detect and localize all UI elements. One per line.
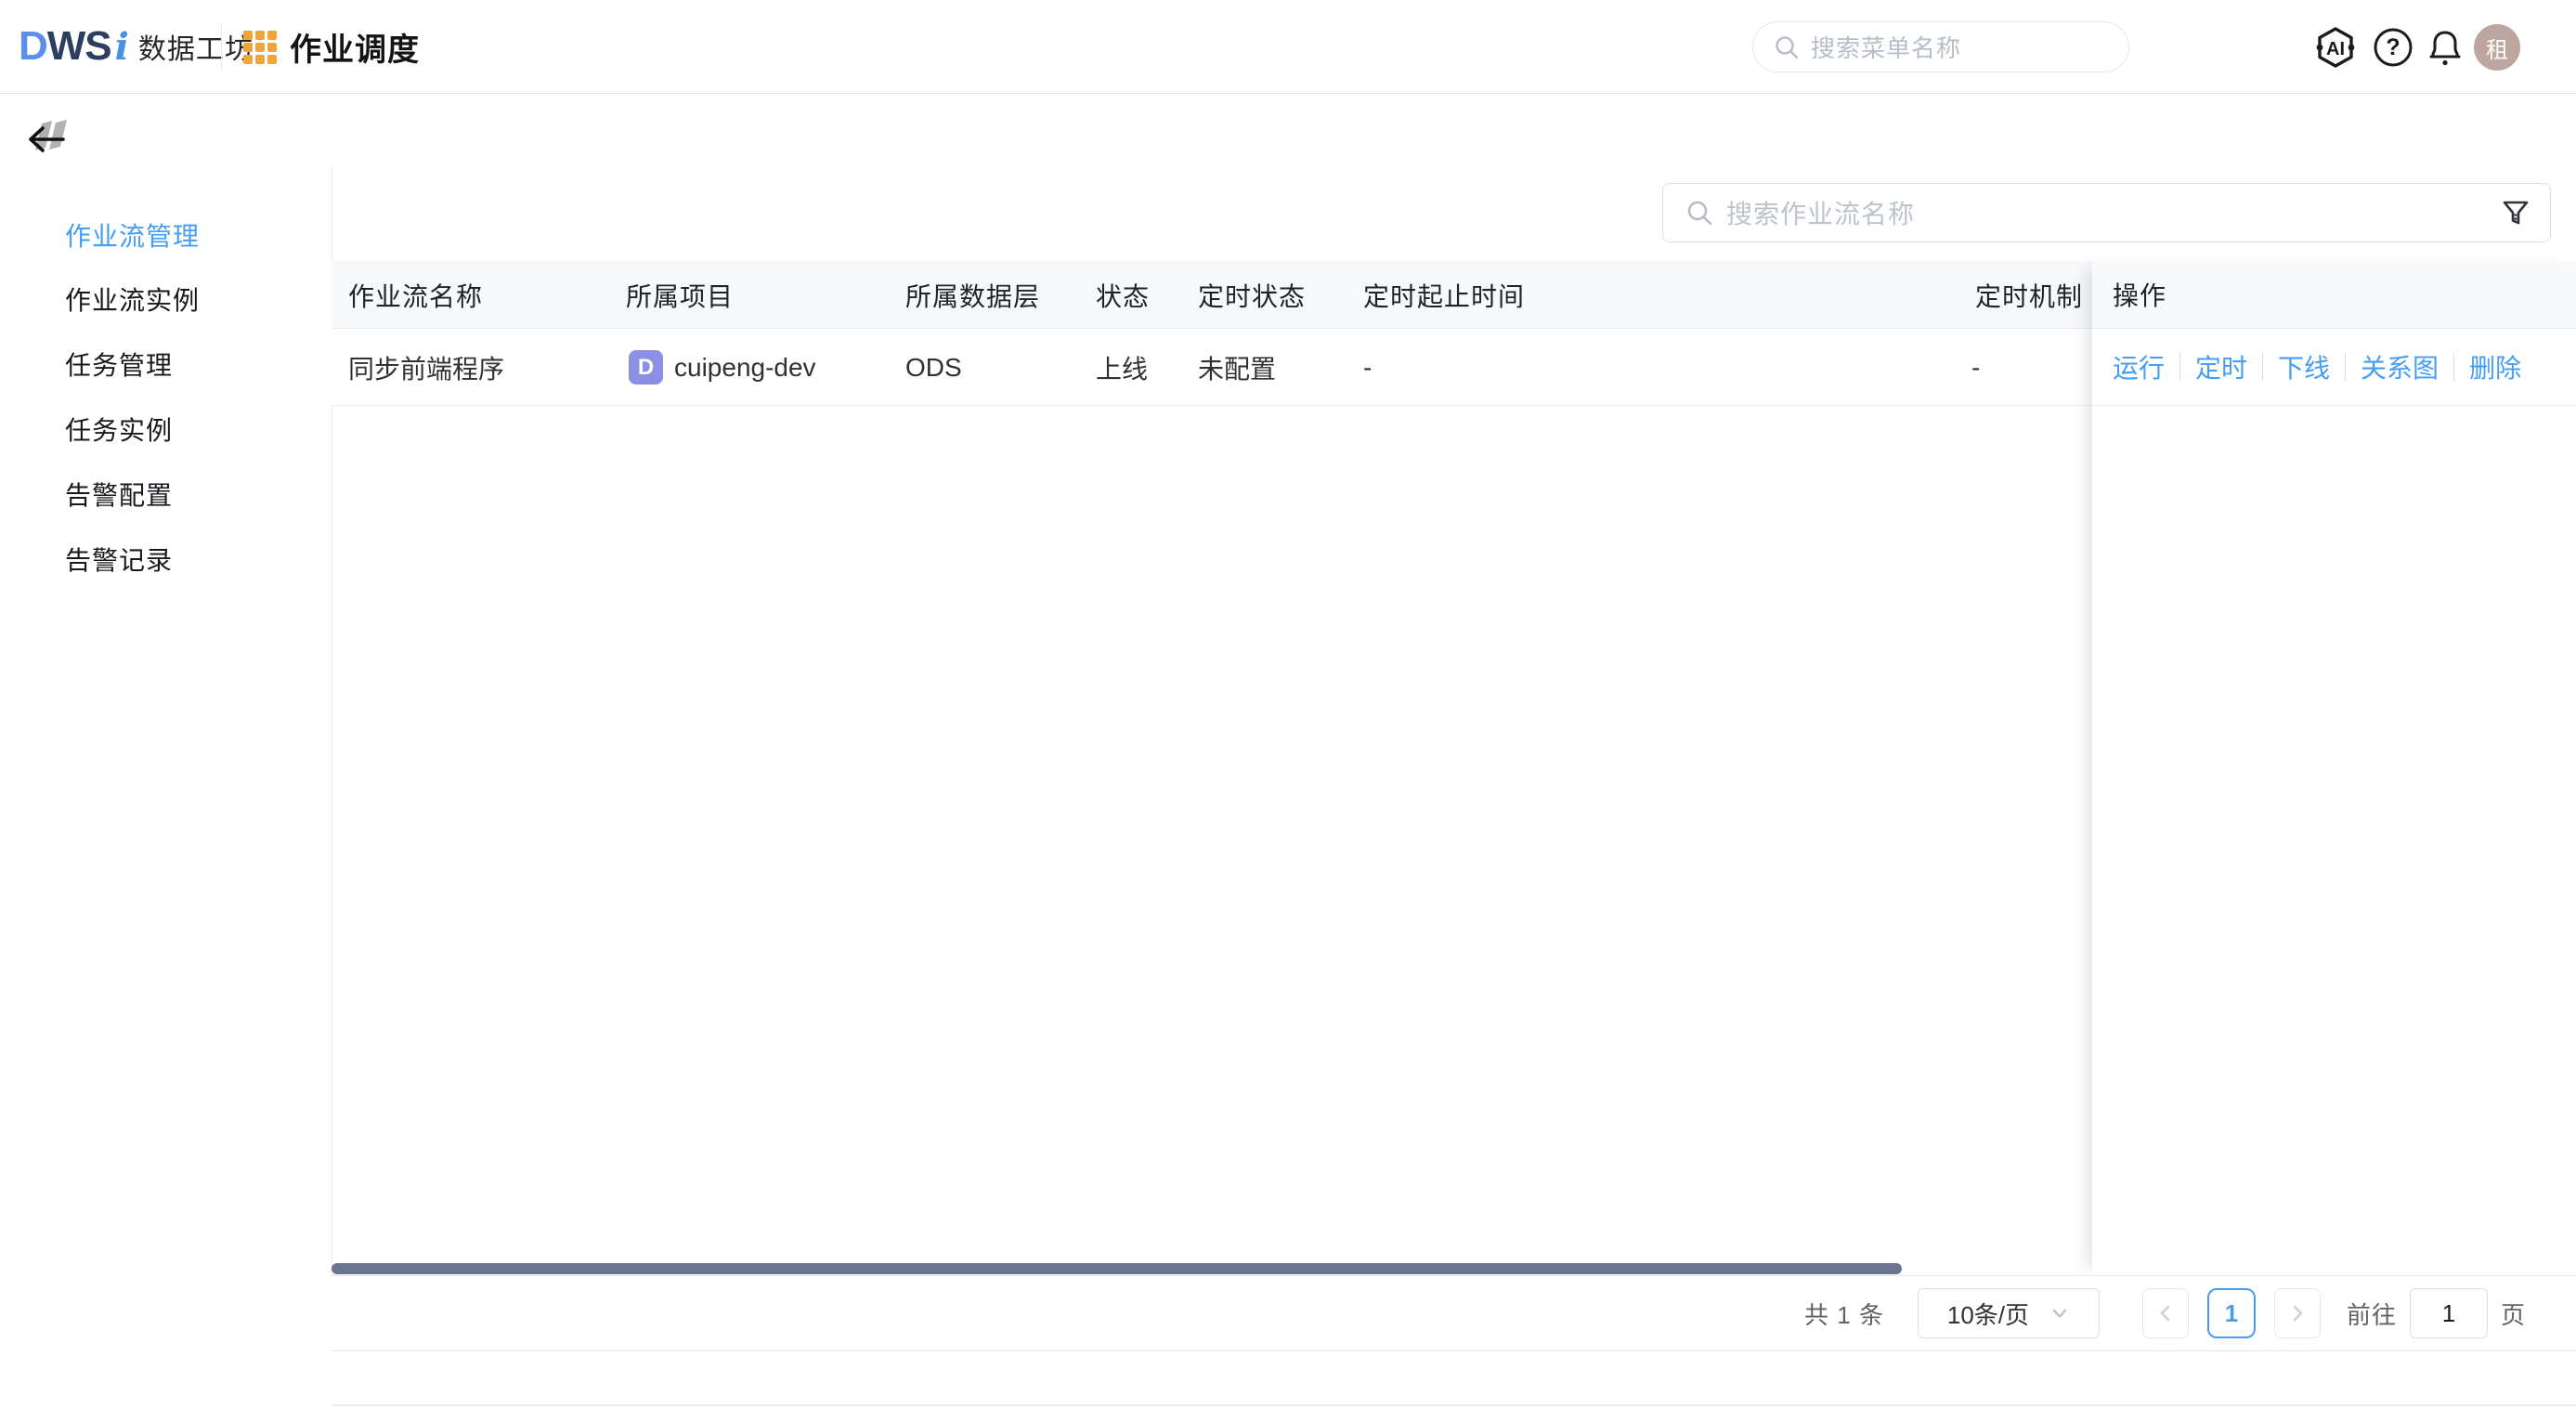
horizontal-scrollbar-thumb[interactable] [332, 1263, 1902, 1274]
goto-label: 前往 [2347, 1297, 2397, 1331]
project-cell: D cuipeng-dev [629, 329, 816, 406]
col-header-workflow-name: 作业流名称 [348, 261, 483, 329]
relation-graph-action-link[interactable]: 关系图 [2361, 348, 2439, 385]
sidebar-item-workflow-instance[interactable]: 作业流实例 [65, 280, 200, 318]
logo-letter-ws: WS [47, 23, 111, 70]
bell-icon [2424, 26, 2466, 69]
question-circle-icon: ? [2372, 26, 2414, 69]
project-badge: D [629, 350, 663, 385]
help-button[interactable]: ? [2370, 24, 2416, 71]
sidebar-item-alert-records[interactable]: 告警记录 [65, 541, 173, 578]
search-icon [1774, 34, 1800, 60]
row-actions: 运行 定时 下线 关系图 删除 [2092, 329, 2576, 406]
sidebar-item-task-management[interactable]: 任务管理 [65, 345, 173, 383]
sidebar-item-task-instance[interactable]: 任务实例 [65, 411, 173, 448]
page-size-value: 10条/页 [1947, 1297, 2029, 1331]
page: DWSi 数据工坊 作业调度 搜索菜单名称 AI [0, 0, 2576, 1408]
action-separator [2345, 353, 2346, 381]
current-page-button[interactable]: 1 [2207, 1288, 2256, 1338]
workflow-search-placeholder: 搜索作业流名称 [1726, 194, 2500, 231]
logo-letter-d: D [19, 23, 47, 70]
ai-hexagon-icon: AI [2312, 24, 2359, 71]
chevron-right-icon [2287, 1303, 2308, 1323]
project-name: cuipeng-dev [674, 353, 816, 383]
schedule-action-link[interactable]: 定时 [2195, 348, 2247, 385]
action-separator [2179, 353, 2180, 381]
prev-page-button[interactable] [2142, 1288, 2189, 1338]
run-action-link[interactable]: 运行 [2113, 348, 2165, 385]
app-grid-icon[interactable] [243, 31, 277, 64]
logo-letter-i: i [115, 25, 129, 69]
ai-assistant-button[interactable]: AI [2312, 24, 2359, 71]
goto-page-input[interactable]: 1 [2410, 1288, 2488, 1338]
mechanism-cell: - [1971, 329, 1980, 406]
workflow-search-input[interactable]: 搜索作业流名称 [1662, 183, 2551, 242]
workflow-name-link[interactable]: 同步前端程序 [348, 329, 504, 406]
col-header-status: 状态 [1096, 261, 1150, 329]
chevron-left-icon [2155, 1303, 2176, 1323]
user-avatar[interactable]: 租 [2474, 24, 2520, 71]
timer-status-cell: 未配置 [1198, 329, 1276, 406]
pagination-bar: 共 1 条 10条/页 1 前往 1 页 [332, 1275, 2576, 1351]
col-header-actions: 操作 [2092, 261, 2576, 329]
svg-text:AI: AI [2326, 39, 2345, 59]
back-arrow-icon [19, 102, 76, 160]
status-badge: 上线 [1096, 329, 1148, 406]
sidebar-item-workflow-management[interactable]: 作业流管理 [65, 216, 200, 254]
page-title: 作业调度 [290, 0, 420, 93]
funnel-icon [2500, 197, 2531, 228]
offline-action-link[interactable]: 下线 [2278, 348, 2330, 385]
menu-search-input[interactable]: 搜索菜单名称 [1752, 21, 2129, 72]
menu-search-placeholder: 搜索菜单名称 [1811, 30, 1961, 64]
fixed-actions-column: 操作 运行 定时 下线 关系图 删除 [2092, 261, 2576, 1275]
page-unit-label: 页 [2501, 1297, 2526, 1331]
svg-text:?: ? [2386, 34, 2400, 60]
next-section-edge [332, 1404, 2576, 1406]
brand-logo[interactable]: DWSi 数据工坊 [19, 0, 254, 93]
sidebar-item-alert-config[interactable]: 告警配置 [65, 476, 173, 513]
col-header-mechanism: 定时机制 [1975, 261, 2083, 329]
col-header-data-layer: 所属数据层 [905, 261, 1040, 329]
top-header: DWSi 数据工坊 作业调度 搜索菜单名称 AI [0, 0, 2576, 94]
header-divider [221, 24, 222, 71]
logo-product-name: 数据工坊 [138, 26, 254, 67]
next-page-button[interactable] [2274, 1288, 2321, 1338]
timer-range-cell: - [1363, 329, 1372, 406]
filter-button[interactable] [2500, 197, 2531, 228]
total-count-label: 共 1 条 [1804, 1297, 1884, 1331]
search-icon [1685, 199, 1713, 227]
notifications-button[interactable] [2422, 24, 2468, 71]
col-header-timer-status: 定时状态 [1198, 261, 1306, 329]
action-separator [2453, 353, 2454, 381]
action-separator [2262, 353, 2263, 381]
page-size-select[interactable]: 10条/页 [1918, 1288, 2100, 1338]
collapse-back-button[interactable] [19, 102, 76, 160]
col-header-project: 所属项目 [626, 261, 734, 329]
col-header-timer-range: 定时起止时间 [1363, 261, 1525, 329]
delete-action-link[interactable]: 删除 [2469, 348, 2521, 385]
data-layer-cell: ODS [905, 329, 962, 406]
chevron-down-icon [2049, 1303, 2070, 1323]
